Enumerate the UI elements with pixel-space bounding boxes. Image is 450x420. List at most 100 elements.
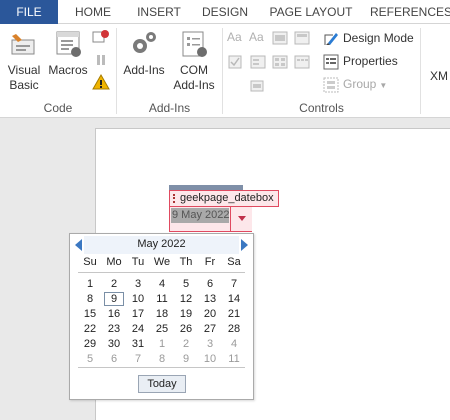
calendar-day[interactable]: 18 <box>152 307 172 321</box>
calendar-day[interactable]: 5 <box>80 352 100 366</box>
calendar-day[interactable]: 9 <box>176 352 196 366</box>
calendar-day[interactable]: 7 <box>224 277 244 291</box>
calendar-day[interactable]: 14 <box>224 292 244 306</box>
calendar-day[interactable]: 24 <box>128 322 148 336</box>
tab-home[interactable]: HOME <box>64 0 122 24</box>
calendar-day[interactable]: 21 <box>224 307 244 321</box>
calendar-header: May 2022 <box>70 236 253 254</box>
chevron-down-icon <box>238 216 246 221</box>
calendar-day[interactable]: 16 <box>104 307 124 321</box>
tab-design[interactable]: DESIGN <box>196 0 254 24</box>
picture-control-icon[interactable] <box>271 30 289 46</box>
date-picker-value[interactable]: 9 May 2022 <box>171 208 229 223</box>
combo-box-control-icon[interactable] <box>249 54 267 70</box>
building-block-control-icon[interactable] <box>293 30 311 46</box>
design-mode-icon <box>324 32 338 45</box>
calendar-day[interactable]: 28 <box>224 322 244 336</box>
content-control-title-tab[interactable]: geekpage_datebox <box>169 190 279 207</box>
group-label-text: Group <box>343 77 377 91</box>
properties-button[interactable]: Properties <box>323 51 398 71</box>
macro-security-icon[interactable] <box>92 74 110 90</box>
dropdown-list-control-icon[interactable] <box>271 54 289 70</box>
calendar-day[interactable]: 25 <box>152 322 172 336</box>
calendar-day[interactable]: 12 <box>176 292 196 306</box>
calendar-day[interactable]: 29 <box>80 337 100 351</box>
weekday-header: Mo <box>106 256 122 268</box>
design-mode-button[interactable]: Design Mode <box>323 28 414 48</box>
next-month-icon[interactable] <box>241 239 248 251</box>
calendar-day[interactable]: 13 <box>200 292 220 306</box>
calendar-day[interactable]: 26 <box>176 322 196 336</box>
code-group: Visual Basic Macros Code <box>0 24 116 118</box>
tab-insert[interactable]: INSERT <box>130 0 188 24</box>
content-control-tag: geekpage_datebox <box>180 192 274 204</box>
calendar-day[interactable]: 3 <box>200 337 220 351</box>
group-icon <box>323 77 339 93</box>
com-addins-button[interactable]: COM Add-Ins <box>171 28 217 93</box>
calendar-day[interactable]: 30 <box>104 337 124 351</box>
today-button-label: Today <box>147 378 177 390</box>
date-picker-dropdown-button[interactable] <box>230 207 252 231</box>
calendar-day[interactable]: 7 <box>128 352 148 366</box>
calendar-day[interactable]: 10 <box>128 292 148 306</box>
tab-file[interactable]: FILE <box>0 0 58 24</box>
controls-group: Aa Aa Design Mode Properties Group ▼ Con… <box>223 24 420 118</box>
calendar-day[interactable]: 4 <box>152 277 172 291</box>
ribbon-tab-bar: FILE HOME INSERT DESIGN PAGE LAYOUT REFE… <box>0 0 450 24</box>
calendar-day[interactable]: 31 <box>128 337 148 351</box>
code-group-label: Code <box>43 101 73 115</box>
calendar-day[interactable]: 2 <box>176 337 196 351</box>
group-button[interactable]: Group ▼ <box>323 74 387 94</box>
calendar-day[interactable]: 19 <box>176 307 196 321</box>
visual-basic-label-2: Basic <box>9 78 39 92</box>
xml-mapping-button[interactable]: XM <box>430 66 448 86</box>
weekday-header: Fr <box>204 256 216 268</box>
calendar-day[interactable]: 6 <box>104 352 124 366</box>
calendar-day[interactable]: 10 <box>200 352 220 366</box>
calendar-day[interactable]: 8 <box>152 352 172 366</box>
calendar-day[interactable]: 20 <box>200 307 220 321</box>
calendar-month-title[interactable]: May 2022 <box>70 238 253 250</box>
date-picker-content-control[interactable]: 9 May 2022 <box>169 206 252 232</box>
pause-icon[interactable] <box>92 52 110 68</box>
calendar-day[interactable]: 6 <box>200 277 220 291</box>
calendar-day[interactable]: 11 <box>224 352 244 366</box>
addins-button[interactable]: Add-Ins <box>121 28 167 78</box>
calendar-day[interactable]: 2 <box>104 277 124 291</box>
calendar-day-selected[interactable]: 9 <box>104 292 124 306</box>
calendar-day[interactable]: 11 <box>152 292 172 306</box>
tab-references[interactable]: REFERENCES <box>370 0 450 24</box>
weekday-header: We <box>153 256 171 268</box>
weekday-header: Sa <box>227 256 241 268</box>
calendar-day[interactable]: 27 <box>200 322 220 336</box>
calendar-day[interactable]: 3 <box>128 277 148 291</box>
calendar-day[interactable]: 22 <box>80 322 100 336</box>
calendar-day[interactable]: 1 <box>152 337 172 351</box>
group-separator <box>420 28 421 114</box>
previous-month-icon[interactable] <box>75 239 82 251</box>
weekday-header: Th <box>179 256 193 268</box>
calendar-day[interactable]: 15 <box>80 307 100 321</box>
record-macro-icon[interactable] <box>92 29 110 45</box>
macros-button[interactable]: Macros <box>46 28 90 78</box>
legacy-tools-icon[interactable] <box>249 78 267 94</box>
tab-page-layout[interactable]: PAGE LAYOUT <box>264 0 358 24</box>
weekday-header: Tu <box>131 256 145 268</box>
plain-text-control-icon[interactable]: Aa <box>249 30 267 46</box>
calendar-day[interactable]: 1 <box>80 277 100 291</box>
calendar-day[interactable]: 4 <box>224 337 244 351</box>
date-picker-control-icon[interactable] <box>293 54 311 70</box>
calendar-day[interactable]: 8 <box>80 292 100 306</box>
visual-basic-button[interactable]: Visual Basic <box>4 28 44 93</box>
drag-handle-icon[interactable] <box>173 194 175 203</box>
today-button[interactable]: Today <box>138 375 186 393</box>
calendar-day[interactable]: 17 <box>128 307 148 321</box>
macros-icon <box>56 31 81 57</box>
calendar-day[interactable]: 23 <box>104 322 124 336</box>
rich-text-control-icon[interactable]: Aa <box>227 30 245 46</box>
checkbox-control-icon[interactable] <box>227 54 245 70</box>
weekday-header: Su <box>83 256 97 268</box>
calendar-day[interactable]: 5 <box>176 277 196 291</box>
visual-basic-icon <box>11 34 35 55</box>
properties-icon <box>323 54 339 70</box>
